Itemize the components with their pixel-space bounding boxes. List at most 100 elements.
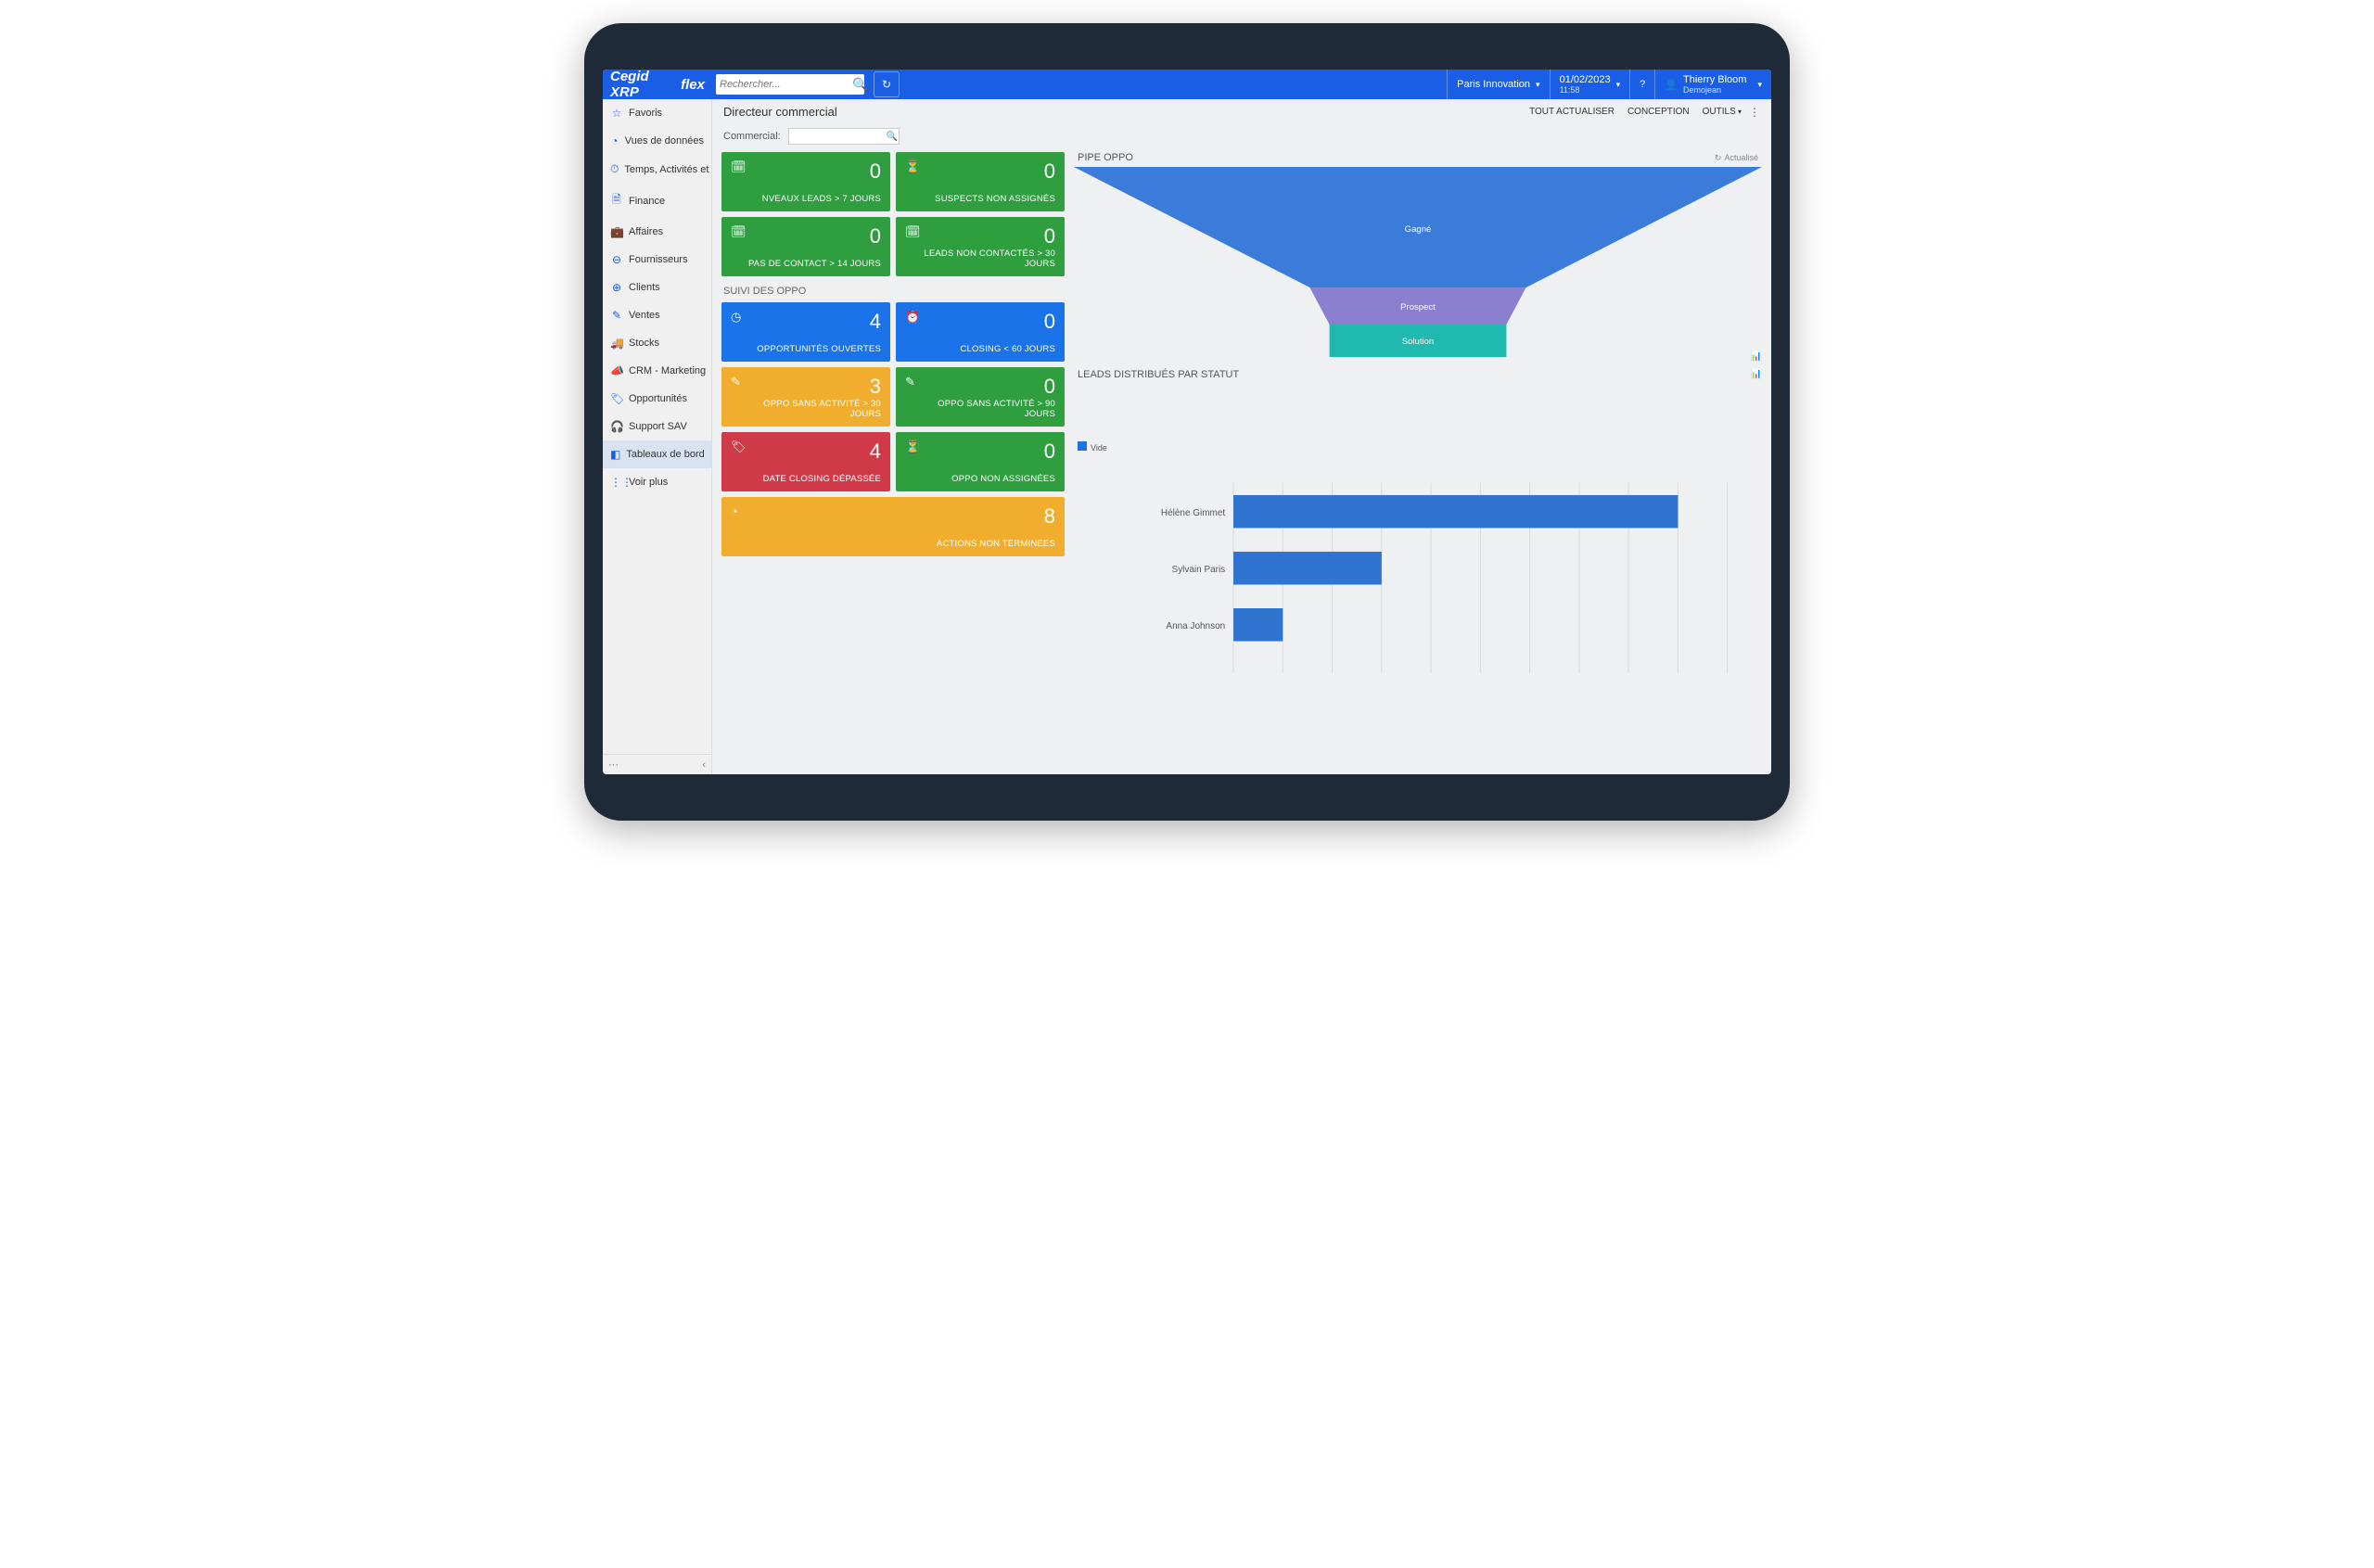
sidebar-item-fournisseurs[interactable]: ⊖Fournisseurs (603, 246, 711, 274)
tile-icon: 🏷 (731, 440, 747, 454)
chart-settings-icon[interactable]: 📊 (1751, 351, 1762, 362)
sidebar-item-tableaux-de-bord[interactable]: ◧Tableaux de bord (603, 440, 711, 468)
sidebar-icon: ⏱ (610, 162, 619, 176)
app-logo: Cegid XRP flex (603, 70, 712, 99)
tile-label: OPPORTUNITÉS OUVERTES (731, 344, 881, 354)
sidebar-item-opportunit-s[interactable]: 🏷 Opportunités (603, 385, 711, 413)
sidebar-item-label: Tableaux de bord (626, 449, 704, 460)
sidebar-item-ventes[interactable]: ✎Ventes (603, 301, 711, 329)
sidebar-item-temps-activit-s-et-[interactable]: ⏱Temps, Activités et ... (603, 155, 711, 184)
refresh-all-button[interactable]: TOUT ACTUALISER (1529, 107, 1615, 117)
user-menu[interactable]: 👤 Thierry Bloom Demojean ▾ (1654, 70, 1771, 99)
kpi-tile[interactable]: ⏳0OPPO NON ASSIGNÉES (896, 432, 1065, 491)
sidebar-item-label: Affaires (629, 226, 663, 237)
sidebar-item-label: Finance (629, 196, 665, 207)
sidebar-icon: ⊕ (610, 281, 623, 294)
tile-value: 8 (1044, 504, 1055, 529)
sidebar-item-label: Opportunités (629, 393, 687, 404)
sidebar-icon: 🗎 (610, 191, 623, 210)
search-input[interactable] (720, 79, 852, 90)
bar[interactable] (1233, 608, 1283, 642)
kpi-tile[interactable]: 🗓0NVEAUX LEADS > 7 JOURS (721, 152, 890, 211)
tile-icon: ◷ (731, 310, 741, 325)
kpi-tile[interactable]: ⏳0SUSPECTS NON ASSIGNÉS (896, 152, 1065, 211)
tile-value: 0 (1044, 159, 1055, 184)
tile-icon: ◔ (731, 504, 738, 518)
page-menu-icon[interactable]: ⋮ (1749, 106, 1760, 119)
tile-value: 0 (1044, 224, 1055, 249)
tile-label: CLOSING < 60 JOURS (905, 344, 1055, 354)
search-icon[interactable]: 🔍 (852, 77, 868, 93)
main-area: Directeur commercial TOUT ACTUALISER CON… (712, 99, 1771, 774)
commercial-filter-search-icon[interactable]: 🔍 (887, 132, 898, 142)
leads-legend: Vide (1078, 386, 1115, 765)
tile-label: OPPO SANS ACTIVITÉ > 90 JOURS (905, 399, 1055, 419)
sidebar-icon: 🏷 (610, 392, 623, 405)
sidebar-item-vues-de-donn-es[interactable]: ◔Vues de données (603, 127, 711, 155)
sidebar-collapse-icon[interactable]: ‹ (702, 759, 706, 771)
sidebar-item-label: Clients (629, 282, 660, 293)
charts-column: PIPE OPPO ↻ Actualisé Gagné (1074, 152, 1762, 765)
svg-text:Solution: Solution (1402, 337, 1434, 346)
kpi-tile[interactable]: ◔ 8 ACTIONS NON TERMINEES (721, 497, 1065, 556)
sidebar-more-icon[interactable]: ⋯ (608, 759, 619, 771)
topbar-right: Paris Innovation▾ 01/02/2023 11:58 ▾ ? 👤… (1447, 70, 1771, 99)
tile-icon: 🗓 (731, 224, 747, 239)
bar-chart-settings-icon[interactable]: 📊 (1751, 369, 1762, 379)
sidebar: ☆Favoris◔Vues de données⏱Temps, Activité… (603, 99, 712, 774)
tile-value: 3 (870, 375, 881, 399)
tools-dropdown[interactable]: OUTILS (1703, 107, 1742, 117)
tile-icon: 🗓 (731, 159, 747, 174)
sidebar-item-affaires[interactable]: 💼 Affaires (603, 218, 711, 246)
sidebar-item-voir-plus[interactable]: ⋮⋮Voir plus (603, 468, 711, 496)
reload-button[interactable]: ↻ (874, 71, 900, 97)
kpi-tile[interactable]: 🗓0LEADS NON CONTACTÉS > 30 JOURS (896, 217, 1065, 276)
kpi-tile[interactable]: ⏰0CLOSING < 60 JOURS (896, 302, 1065, 362)
sidebar-item-clients[interactable]: ⊕ Clients (603, 274, 711, 301)
tile-value: 0 (1044, 310, 1055, 334)
sidebar-icon: ☆ (610, 107, 623, 120)
sidebar-item-stocks[interactable]: 🚚Stocks (603, 329, 711, 357)
tile-label: ACTIONS NON TERMINEES (731, 539, 1055, 549)
sidebar-item-label: Vues de données (625, 135, 704, 147)
design-button[interactable]: CONCEPTION (1627, 107, 1690, 117)
bar[interactable] (1233, 495, 1678, 529)
sidebar-item-label: Fournisseurs (629, 254, 688, 265)
sidebar-item-label: Stocks (629, 338, 659, 349)
sidebar-item-crm-marketing[interactable]: 📣CRM - Marketing (603, 357, 711, 385)
tile-label: DATE CLOSING DÉPASSÉE (731, 474, 881, 484)
commercial-filter-input[interactable] (788, 128, 900, 145)
sidebar-item-label: CRM - Marketing (629, 365, 706, 376)
tile-value: 4 (870, 310, 881, 334)
sidebar-item-finance[interactable]: 🗎 Finance (603, 184, 711, 218)
bar-category-label: Anna Johnson (1166, 621, 1225, 631)
page-actions: TOUT ACTUALISER CONCEPTION OUTILS (1529, 107, 1742, 117)
page-title: Directeur commercial (723, 105, 837, 119)
search-box[interactable]: 🔍 (716, 74, 864, 95)
sidebar-item-support-sav[interactable]: 🎧Support SAV (603, 413, 711, 440)
kpi-tile[interactable]: 🗓0PAS DE CONTACT > 14 JOURS (721, 217, 890, 276)
kpi-tile[interactable]: ✎3OPPO SANS ACTIVITÉ > 30 JOURS (721, 367, 890, 427)
tile-icon: 🗓 (905, 224, 921, 239)
tile-icon: ⏳ (905, 440, 920, 454)
sidebar-item-favoris[interactable]: ☆Favoris (603, 99, 711, 127)
sidebar-icon: 💼 (610, 225, 623, 238)
kpi-tile[interactable]: ✎0OPPO SANS ACTIVITÉ > 90 JOURS (896, 367, 1065, 427)
tile-value: 0 (870, 159, 881, 184)
date-selector[interactable]: 01/02/2023 11:58 ▾ (1550, 70, 1630, 99)
page-header: Directeur commercial TOUT ACTUALISER CON… (712, 99, 1771, 124)
user-icon: 👤 (1665, 79, 1678, 91)
kpi-tile[interactable]: ◷ 4 OPPORTUNITÉS OUVERTES (721, 302, 890, 362)
bar[interactable] (1233, 552, 1382, 585)
help-button[interactable]: ? (1629, 70, 1654, 99)
tile-label: OPPO NON ASSIGNÉES (905, 474, 1055, 484)
refresh-small-icon[interactable]: ↻ (1715, 153, 1722, 163)
tile-label: PAS DE CONTACT > 14 JOURS (731, 259, 881, 269)
tile-label: SUSPECTS NON ASSIGNÉS (905, 194, 1055, 204)
kpi-column: 🗓0NVEAUX LEADS > 7 JOURS⏳0SUSPECTS NON A… (721, 152, 1065, 765)
org-selector[interactable]: Paris Innovation▾ (1447, 70, 1549, 99)
leads-title: LEADS DISTRIBUÉS PAR STATUT (1078, 369, 1239, 380)
tile-value: 4 (870, 440, 881, 464)
pipe-oppo-panel: PIPE OPPO ↻ Actualisé Gagné (1074, 152, 1762, 362)
kpi-tile[interactable]: 🏷 4 DATE CLOSING DÉPASSÉE (721, 432, 890, 491)
